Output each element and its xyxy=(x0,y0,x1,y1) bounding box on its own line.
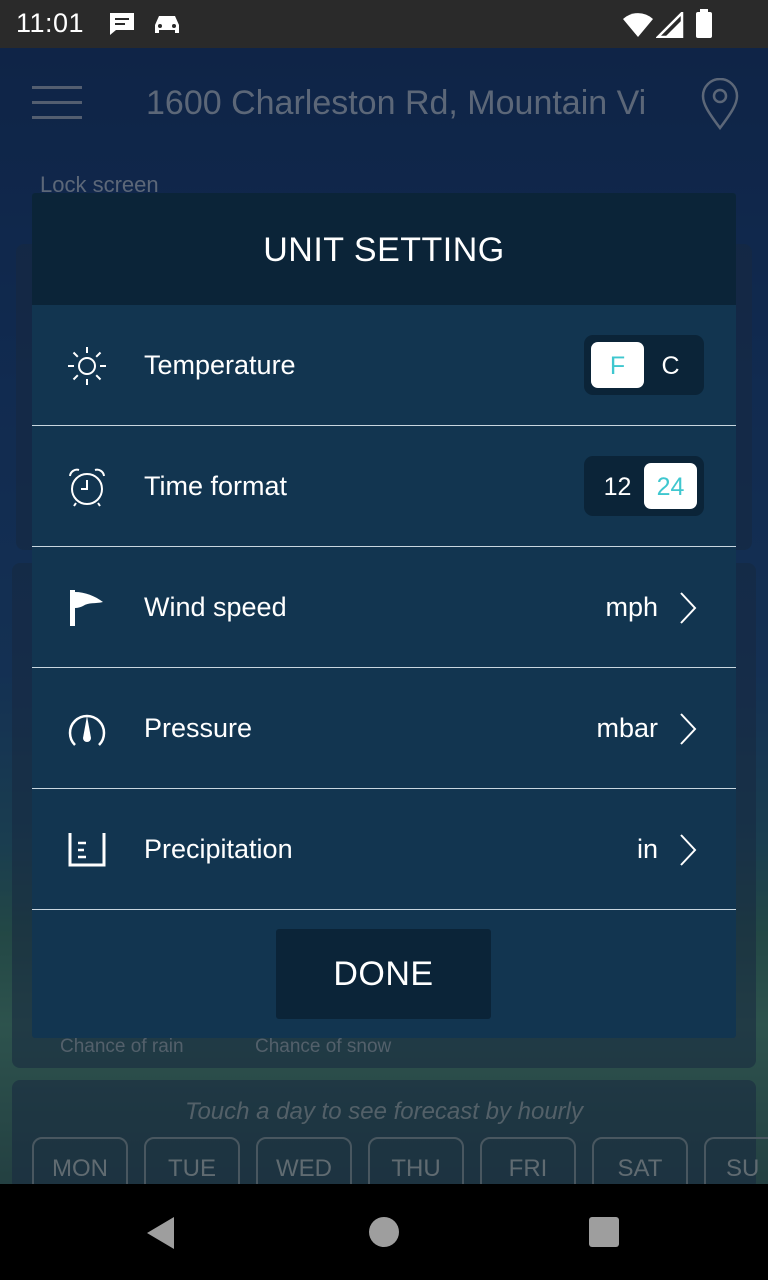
chevron-right-icon xyxy=(678,712,698,751)
recents-icon[interactable] xyxy=(589,1217,619,1247)
pressure-value: mbar xyxy=(596,713,658,743)
wind-flag-icon xyxy=(66,587,108,629)
time-format-row: Time format 12 24 xyxy=(32,426,736,547)
navigation-bar xyxy=(0,1184,768,1280)
temperature-row: Temperature F C xyxy=(32,305,736,426)
signal-icon xyxy=(654,9,684,43)
celsius-option[interactable]: C xyxy=(644,342,697,388)
pressure-row[interactable]: Pressure mbar xyxy=(32,668,736,789)
unit-setting-dialog: UNIT SETTING Temperature F C Time format… xyxy=(32,193,736,1038)
rain-gauge-icon xyxy=(66,829,108,871)
temperature-label: Temperature xyxy=(144,350,296,380)
temperature-unit-toggle[interactable]: F C xyxy=(584,335,704,395)
wifi-icon xyxy=(622,12,654,43)
wind-speed-row[interactable]: Wind speed mph xyxy=(32,547,736,668)
dialog-title: UNIT SETTING xyxy=(263,231,505,269)
sun-icon xyxy=(66,345,108,387)
back-icon[interactable] xyxy=(146,1216,176,1255)
wind-speed-value: mph xyxy=(605,592,658,622)
battery-icon xyxy=(695,9,713,44)
home-icon[interactable] xyxy=(369,1217,399,1247)
fahrenheit-option[interactable]: F xyxy=(591,342,644,388)
time-format-label: Time format xyxy=(144,471,288,501)
gauge-icon xyxy=(66,708,108,750)
precipitation-row[interactable]: Precipitation in xyxy=(32,789,736,910)
24-hour-option[interactable]: 24 xyxy=(644,463,697,509)
pressure-label: Pressure xyxy=(144,713,253,743)
precipitation-label: Precipitation xyxy=(144,834,293,864)
done-button[interactable]: DONE xyxy=(276,929,491,1019)
chevron-right-icon xyxy=(678,833,698,872)
dialog-footer: DONE xyxy=(32,910,736,1038)
12-hour-option[interactable]: 12 xyxy=(591,463,644,509)
alarm-clock-icon xyxy=(66,466,108,508)
car-icon xyxy=(151,11,183,42)
precipitation-value: in xyxy=(636,834,658,864)
chevron-right-icon xyxy=(678,591,698,630)
message-icon xyxy=(108,11,136,42)
time-format-toggle[interactable]: 12 24 xyxy=(584,456,704,516)
wind-speed-label: Wind speed xyxy=(144,592,287,622)
status-bar: 11:01 xyxy=(0,0,768,48)
status-time: 11:01 xyxy=(16,8,85,38)
dialog-header: UNIT SETTING xyxy=(32,193,736,305)
